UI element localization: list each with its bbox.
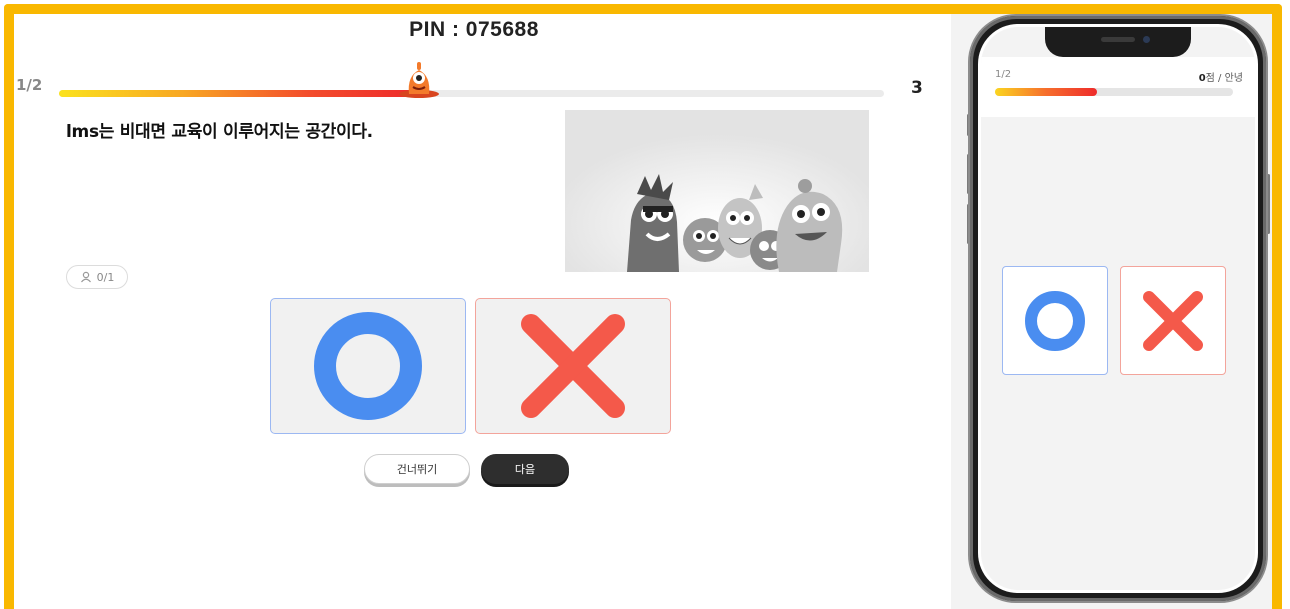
phone-score: 0점 / 안녕 <box>1199 69 1243 84</box>
phone-question-index: 1/2 <box>995 69 1012 80</box>
phone-notch <box>1045 27 1191 57</box>
speaker-icon <box>1101 37 1135 42</box>
circle-o-icon <box>314 312 422 420</box>
skip-button[interactable]: 건너뛰기 <box>364 454 470 484</box>
phone-progress-fill <box>995 88 1098 96</box>
option-x-button[interactable] <box>475 298 671 434</box>
phone-screen: 1/2 0점 / 안녕 <box>981 27 1255 590</box>
progress-fill <box>59 90 414 97</box>
question-index: 1/2 <box>16 76 43 94</box>
response-counter: 0/1 <box>66 265 128 289</box>
phone-option-o-button[interactable] <box>1002 266 1108 375</box>
cartoon-characters-image <box>565 110 869 272</box>
phone-option-x-button[interactable] <box>1120 266 1226 375</box>
phone-preview-panel: 1/2 0점 / 안녕 <box>951 14 1272 609</box>
progress-track <box>59 90 884 97</box>
response-count-text: 0/1 <box>96 270 115 284</box>
mascot-icon <box>399 62 439 98</box>
camera-icon <box>1143 36 1150 43</box>
cross-x-icon <box>1143 290 1203 351</box>
participant-count: 3 <box>911 78 923 98</box>
question-text: lms는 비대면 교육이 이루어지는 공간이다. <box>66 122 373 142</box>
circle-o-icon <box>1025 290 1085 351</box>
phone-progress-track <box>995 88 1233 96</box>
question-image <box>565 110 869 272</box>
phone-header: 1/2 0점 / 안녕 <box>981 57 1255 117</box>
app-frame: PIN : 075688 1/2 3 lms는 비대면 교육이 이루어지는 공간… <box>4 4 1282 609</box>
host-screen: PIN : 075688 1/2 3 lms는 비대면 교육이 이루어지는 공간… <box>14 14 951 609</box>
cross-x-icon <box>521 314 625 418</box>
next-button[interactable]: 다음 <box>481 454 569 484</box>
person-icon <box>80 271 91 283</box>
option-o-button[interactable] <box>270 298 466 434</box>
phone-score-suffix: 점 / 안녕 <box>1205 73 1243 84</box>
pin-code: PIN : 075688 <box>409 18 539 41</box>
phone-score-value: 0 <box>1198 73 1206 84</box>
phone-power-button <box>1267 174 1270 234</box>
phone-device: 1/2 0점 / 안녕 <box>970 16 1266 601</box>
